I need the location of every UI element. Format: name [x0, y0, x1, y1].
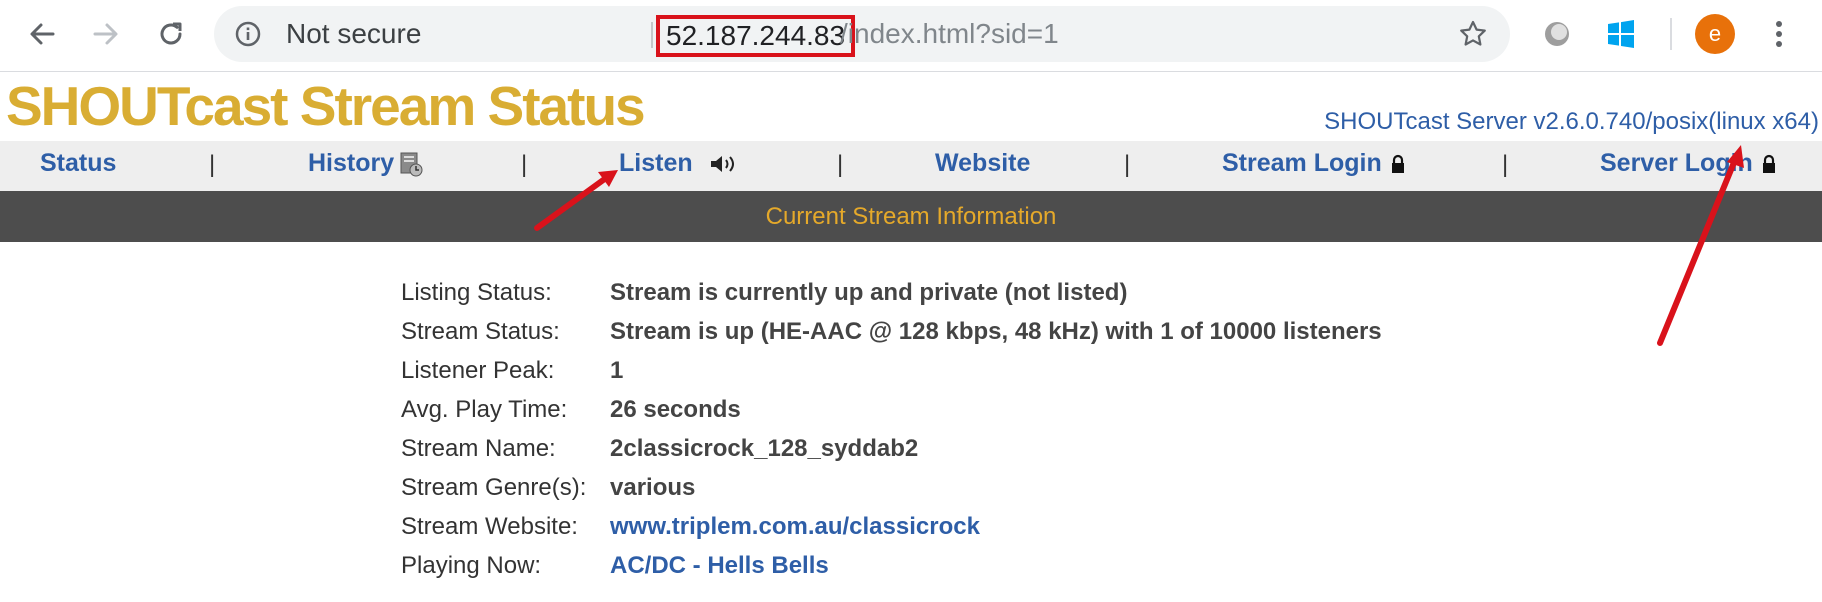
extension-circle-icon[interactable] — [1537, 14, 1577, 54]
browser-toolbar: Not secure 52.187.244.83 /index.html?sid… — [0, 0, 1822, 72]
nav-website-label: Website — [935, 149, 1031, 177]
nav-history-link[interactable]: History — [308, 149, 423, 178]
toolbar-divider — [1670, 18, 1672, 50]
stream-website-link[interactable]: www.triplem.com.au/classicrock — [610, 513, 980, 541]
nav-listen-label: Listen — [619, 149, 693, 177]
address-bar[interactable]: Not secure 52.187.244.83 /index.html?sid… — [214, 6, 1510, 62]
reload-button[interactable] — [151, 14, 191, 54]
info-label: Playing Now: — [401, 552, 542, 579]
windows-icon[interactable] — [1601, 14, 1641, 54]
lock-icon — [1762, 154, 1775, 173]
security-label[interactable]: Not secure — [286, 19, 421, 49]
nav-listen-link[interactable]: Listen — [619, 149, 739, 178]
reload-icon — [160, 22, 182, 45]
info-label: Stream Name: — [401, 435, 556, 462]
url-host[interactable]: 52.187.244.83 — [666, 20, 845, 52]
profile-avatar[interactable]: e — [1695, 14, 1735, 54]
nav-separator: | — [209, 151, 216, 178]
info-label: Stream Status: — [401, 318, 560, 345]
speaker-icon — [710, 155, 734, 172]
nav-separator: | — [837, 151, 844, 178]
lock-icon — [1391, 154, 1404, 173]
info-icon[interactable] — [234, 20, 262, 48]
history-icon — [400, 152, 423, 176]
current-stream-info-title: Current Stream Information — [765, 203, 1057, 230]
url-path[interactable]: /index.html?sid=1 — [840, 19, 1059, 49]
info-label: Stream Website: — [401, 513, 578, 540]
info-value: various — [610, 474, 696, 501]
playing-now-link[interactable]: AC/DC - Hells Bells — [610, 552, 829, 580]
url-host-highlight: 52.187.244.83 — [656, 15, 856, 57]
nav-separator: | — [1502, 151, 1509, 178]
nav-status-label: Status — [40, 149, 117, 177]
info-label: Listener Peak: — [401, 357, 555, 384]
nav-server-login-label: Server Login — [1600, 149, 1753, 177]
omnibox-divider — [651, 22, 653, 48]
current-stream-info-bar: Current Stream Information — [0, 191, 1822, 242]
nav-stream-login-link[interactable]: Stream Login — [1222, 149, 1406, 178]
bookmark-star-icon[interactable] — [1458, 19, 1488, 49]
server-version-link[interactable]: SHOUTcast Server v2.6.0.740/posix(linux … — [1324, 108, 1819, 136]
back-button[interactable] — [22, 14, 62, 54]
nav-bar: Status | History | Listen | Website | St… — [0, 141, 1822, 191]
info-value: Stream is up (HE-AAC @ 128 kbps, 48 kHz)… — [610, 318, 1382, 345]
nav-stream-login-label: Stream Login — [1222, 149, 1382, 177]
info-label: Avg. Play Time: — [401, 396, 568, 423]
info-value: 26 seconds — [610, 396, 741, 423]
forward-arrow-icon — [93, 23, 118, 45]
info-value: Stream is currently up and private (not … — [610, 279, 1128, 306]
page-title: SHOUTcast Stream Status — [6, 75, 646, 137]
back-arrow-icon — [30, 23, 55, 45]
info-value: 2classicrock_128_syddab2 — [610, 435, 919, 462]
nav-history-label: History — [308, 149, 395, 177]
nav-separator: | — [521, 151, 528, 178]
info-label: Stream Genre(s): — [401, 474, 587, 501]
nav-website-link[interactable]: Website — [935, 149, 1030, 178]
nav-server-login-link[interactable]: Server Login — [1600, 149, 1777, 178]
menu-kebab-icon[interactable] — [1759, 14, 1799, 54]
info-value: 1 — [610, 357, 624, 384]
info-label: Listing Status: — [401, 279, 552, 306]
nav-separator: | — [1124, 151, 1131, 178]
forward-button[interactable] — [86, 14, 126, 54]
nav-status-link[interactable]: Status — [40, 149, 116, 178]
